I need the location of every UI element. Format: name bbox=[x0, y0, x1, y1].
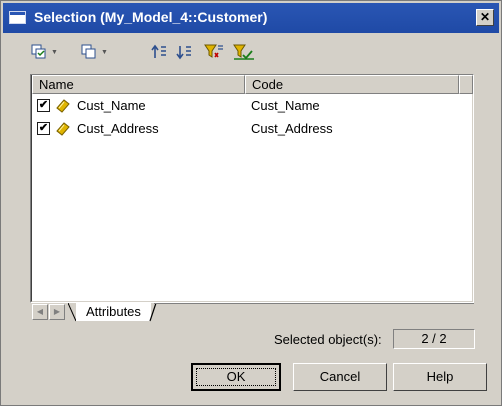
column-header-code[interactable]: Code bbox=[245, 75, 459, 94]
checkmark-icon: ✔ bbox=[38, 122, 49, 134]
list-item[interactable]: ✔ Cust_Name Cust_Name bbox=[37, 96, 457, 116]
close-button[interactable]: ✕ bbox=[476, 9, 494, 26]
tab-scroll-right-button[interactable]: ▶ bbox=[49, 304, 65, 320]
help-button[interactable]: Help bbox=[393, 363, 487, 391]
close-icon: ✕ bbox=[479, 10, 491, 24]
move-to-top-icon bbox=[151, 44, 166, 58]
filter-icon bbox=[204, 44, 223, 58]
tab-scroll-left-button[interactable]: ◀ bbox=[32, 304, 48, 320]
move-to-bottom-button[interactable] bbox=[176, 41, 192, 63]
window-title: Selection (My_Model_4::Customer) bbox=[34, 9, 268, 25]
tab-edge-right bbox=[149, 303, 157, 322]
deselect-all-icon bbox=[81, 44, 96, 59]
row-name: Cust_Address bbox=[77, 121, 159, 136]
tab-strip: ◀ ▶ Attributes bbox=[30, 303, 474, 323]
checkmark-icon: ✔ bbox=[38, 99, 49, 111]
column-header-name[interactable]: Name bbox=[32, 75, 245, 94]
move-to-top-button[interactable] bbox=[151, 41, 167, 63]
tab-attributes[interactable]: Attributes bbox=[76, 303, 151, 321]
filter-selected-icon bbox=[233, 44, 254, 60]
selection-dialog: Selection (My_Model_4::Customer) ✕ ▼ ▼ N… bbox=[0, 0, 502, 406]
row-code: Cust_Name bbox=[251, 98, 320, 113]
arrow-right-icon: ▶ bbox=[53, 307, 61, 316]
attribute-list[interactable]: Name Code ✔ Cust_Name Cust_Name ✔ Cust_A… bbox=[30, 74, 474, 303]
filter-button[interactable] bbox=[204, 41, 224, 63]
ok-button-label: OK bbox=[226, 369, 246, 384]
title-bar[interactable]: Selection (My_Model_4::Customer) ✕ bbox=[3, 3, 499, 33]
chevron-down-icon: ▼ bbox=[51, 48, 58, 56]
selected-objects-value: 2 / 2 bbox=[393, 329, 475, 349]
arrow-left-icon: ◀ bbox=[36, 307, 44, 316]
help-button-label: Help bbox=[426, 369, 454, 384]
column-header-filler bbox=[459, 75, 473, 94]
cancel-button-label: Cancel bbox=[319, 369, 361, 384]
list-item[interactable]: ✔ Cust_Address Cust_Address bbox=[37, 119, 457, 139]
chevron-down-icon: ▼ bbox=[101, 48, 108, 56]
tab-baseline bbox=[154, 303, 474, 304]
row-code: Cust_Address bbox=[251, 121, 333, 136]
filter-selected-button[interactable] bbox=[233, 41, 255, 63]
move-to-bottom-icon bbox=[176, 46, 191, 60]
cancel-button[interactable]: Cancel bbox=[293, 363, 387, 391]
select-all-icon bbox=[31, 44, 46, 59]
attribute-icon bbox=[56, 99, 70, 113]
row-name: Cust_Name bbox=[77, 98, 146, 113]
select-all-dropdown-button[interactable]: ▼ bbox=[31, 41, 58, 63]
ok-button[interactable]: OK bbox=[191, 363, 281, 391]
deselect-all-dropdown-button[interactable]: ▼ bbox=[81, 41, 108, 63]
window-icon bbox=[9, 11, 26, 24]
row-checkbox[interactable]: ✔ bbox=[37, 122, 50, 135]
row-checkbox[interactable]: ✔ bbox=[37, 99, 50, 112]
selected-objects-label: Selected object(s): bbox=[274, 332, 382, 347]
attribute-icon bbox=[56, 122, 70, 136]
